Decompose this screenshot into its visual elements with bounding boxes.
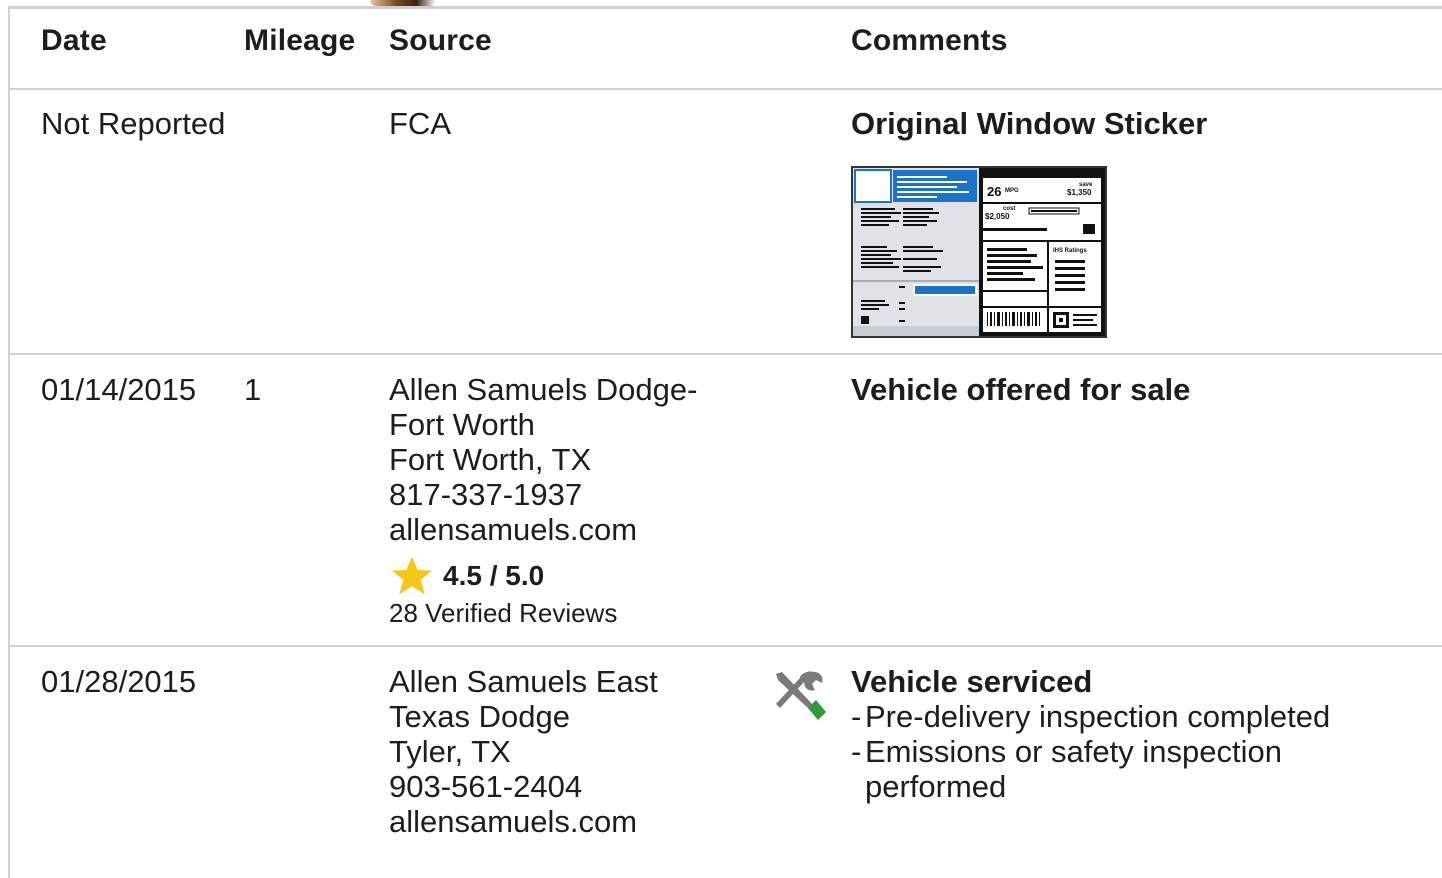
star-icon (392, 556, 432, 595)
comment-title: Vehicle offered for sale (851, 372, 1191, 407)
window-sticker-thumbnail[interactable]: 26 MPG save $1,350 cost $2,050 IHS Ratin… (851, 166, 1107, 338)
source-location: Tyler, TX (389, 734, 511, 769)
source-name-line: Texas Dodge (389, 699, 570, 734)
header-comments: Comments (851, 24, 1008, 57)
source-website-link[interactable]: allensamuels.com (389, 512, 697, 547)
comment-block: Vehicle serviced - Pre-delivery inspecti… (851, 664, 1411, 804)
source-name-line: Fort Worth (389, 407, 535, 442)
row-divider (10, 88, 1442, 90)
sticker-mpg-unit: MPG (1005, 188, 1019, 194)
window-sticker-graphic: 26 MPG save $1,350 cost $2,050 IHS Ratin… (853, 168, 1105, 336)
verified-reviews-link[interactable]: 28 Verified Reviews (389, 598, 617, 629)
row-date: 01/14/2015 (41, 372, 197, 407)
row-date: Not Reported (41, 106, 226, 141)
row-source: Allen Samuels East Texas Dodge Tyler, TX… (389, 664, 658, 839)
sticker-mpg: 26 (987, 184, 1001, 199)
source-phone[interactable]: 903-561-2404 (389, 769, 658, 804)
comment-title: Original Window Sticker (851, 106, 1208, 141)
comment-title: Vehicle serviced (851, 664, 1093, 699)
header-source: Source (389, 24, 492, 57)
service-tools-icon (776, 671, 826, 720)
row-divider (10, 353, 1442, 355)
source-name-line: Allen Samuels Dodge- (389, 372, 698, 407)
sticker-ratings-label: IHS Ratings (1053, 248, 1087, 254)
row-mileage: 1 (244, 372, 262, 407)
source-phone[interactable]: 817-337-1937 (389, 477, 697, 512)
vehicle-thumbnail-edge (370, 0, 436, 6)
comment-item: - Emissions or safety inspection (851, 734, 1282, 769)
header-mileage: Mileage (244, 24, 356, 57)
row-source: FCA (389, 106, 451, 141)
sticker-cost-value: $2,050 (985, 212, 1010, 221)
source-website-link[interactable]: allensamuels.com (389, 804, 658, 839)
row-divider (10, 645, 1442, 647)
dealer-rating[interactable]: 4.5 / 5.0 (391, 556, 544, 596)
header-date: Date (41, 24, 107, 57)
comment-item-text: Emissions or safety inspection (865, 734, 1282, 769)
rating-value: 4.5 / 5.0 (443, 560, 545, 591)
row-source: Allen Samuels Dodge- Fort Worth Fort Wor… (389, 372, 697, 547)
comment-item-text: Pre-delivery inspection completed (865, 699, 1331, 734)
comment-item: - Pre-delivery inspection completed (851, 699, 1331, 734)
comment-item-text: performed (865, 769, 1007, 804)
sticker-save-value: $1,350 (1067, 188, 1092, 197)
source-name-line: Allen Samuels East (389, 664, 658, 699)
source-location: Fort Worth, TX (389, 442, 592, 477)
comment-item-continuation: performed (851, 769, 1411, 804)
row-date: 01/28/2015 (41, 664, 197, 699)
